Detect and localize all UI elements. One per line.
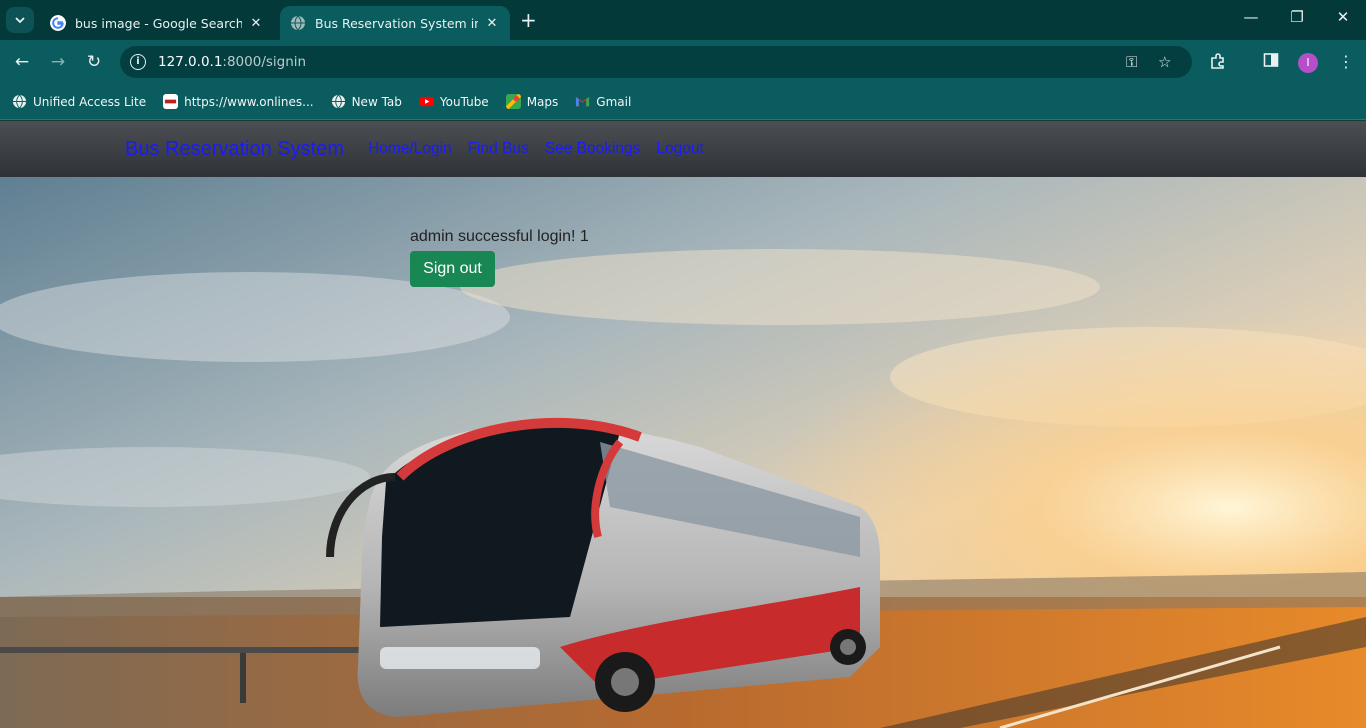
login-status-message: admin successful login! 1	[410, 228, 589, 245]
nav-link-find-bus[interactable]: Find Bus	[468, 140, 529, 158]
new-tab-button[interactable]: +	[520, 9, 537, 31]
restore-button[interactable]: ❐	[1274, 8, 1320, 26]
chevron-down-icon	[15, 17, 25, 24]
url-text: 127.0.0.1:8000/signin	[158, 54, 307, 70]
extensions-icon[interactable]	[1209, 52, 1227, 74]
globe-icon	[331, 94, 345, 109]
google-icon	[50, 15, 66, 31]
star-icon[interactable]: ☆	[1158, 53, 1171, 71]
bookmark-onlines[interactable]: https://www.onlines...	[163, 94, 314, 109]
site-navbar: Bus Reservation System Home/Login Find B…	[0, 121, 1366, 177]
sign-out-button[interactable]: Sign out	[410, 251, 495, 287]
arrow-right-icon: →	[50, 52, 66, 72]
youtube-icon	[418, 96, 434, 107]
bookmark-gmail[interactable]: Gmail	[575, 94, 631, 109]
nav-link-home-login[interactable]: Home/Login	[368, 140, 452, 158]
address-bar[interactable]: i 127.0.0.1:8000/signin ⚿ ☆	[120, 46, 1192, 78]
bookmark-unified-access[interactable]: Unified Access Lite	[12, 94, 146, 109]
reload-button[interactable]: ↻	[83, 51, 105, 73]
avatar[interactable]: I	[1298, 53, 1318, 73]
close-icon[interactable]: ✕	[248, 16, 264, 31]
browser-toolbar: ← → ↻ i 127.0.0.1:8000/signin ⚿ ☆ ⋮	[0, 40, 1366, 84]
tab-strip: bus image - Google Search ✕ Bus Reservat…	[0, 0, 1366, 40]
hero-background: admin successful login! 1 Sign out	[0, 177, 1366, 728]
tab-google-search[interactable]: bus image - Google Search ✕	[40, 6, 274, 40]
minimize-button[interactable]: —	[1228, 8, 1274, 26]
bookmark-new-tab[interactable]: New Tab	[331, 94, 402, 109]
bookmark-label: Unified Access Lite	[33, 94, 147, 109]
tab-title: bus image - Google Search	[75, 15, 242, 31]
web-page: Bus Reservation System Home/Login Find B…	[0, 121, 1366, 728]
tab-bus-reservation[interactable]: Bus Reservation System in Djan ✕	[280, 6, 510, 40]
bookmark-label: Gmail	[596, 94, 632, 109]
side-panel-icon[interactable]	[1263, 52, 1279, 72]
back-button[interactable]: ←	[11, 51, 33, 73]
bookmark-maps[interactable]: Maps	[505, 94, 559, 109]
bus-background-image	[0, 177, 1366, 728]
nav-link-see-bookings[interactable]: See Bookings	[545, 140, 641, 158]
close-window-button[interactable]: ✕	[1320, 8, 1366, 26]
tab-search-button[interactable]	[6, 7, 34, 33]
arrow-left-icon: ←	[14, 52, 30, 72]
key-icon[interactable]: ⚿	[1126, 53, 1137, 71]
forward-button[interactable]: →	[47, 51, 69, 73]
gmail-icon	[576, 96, 590, 107]
bookmarks-bar: Unified Access Lite https://www.onlines.…	[0, 84, 1366, 120]
bookmark-label: https://www.onlines...	[184, 94, 314, 109]
globe-icon	[12, 94, 27, 109]
close-icon[interactable]: ✕	[484, 16, 500, 31]
nav-link-logout[interactable]: Logout	[656, 140, 703, 158]
bookmark-label: Maps	[526, 94, 559, 109]
globe-icon	[291, 15, 305, 31]
menu-icon[interactable]: ⋮	[1338, 52, 1354, 71]
nsdl-icon	[163, 94, 179, 109]
bookmark-label: New Tab	[351, 94, 402, 109]
navbar-brand[interactable]: Bus Reservation System	[125, 138, 344, 161]
bookmark-youtube[interactable]: YouTube	[418, 94, 489, 109]
maps-icon	[505, 94, 521, 109]
tab-title: Bus Reservation System in Djan	[315, 15, 478, 31]
site-info-icon[interactable]: i	[130, 54, 146, 70]
bookmark-label: YouTube	[439, 94, 489, 109]
reload-icon: ↻	[86, 52, 102, 72]
